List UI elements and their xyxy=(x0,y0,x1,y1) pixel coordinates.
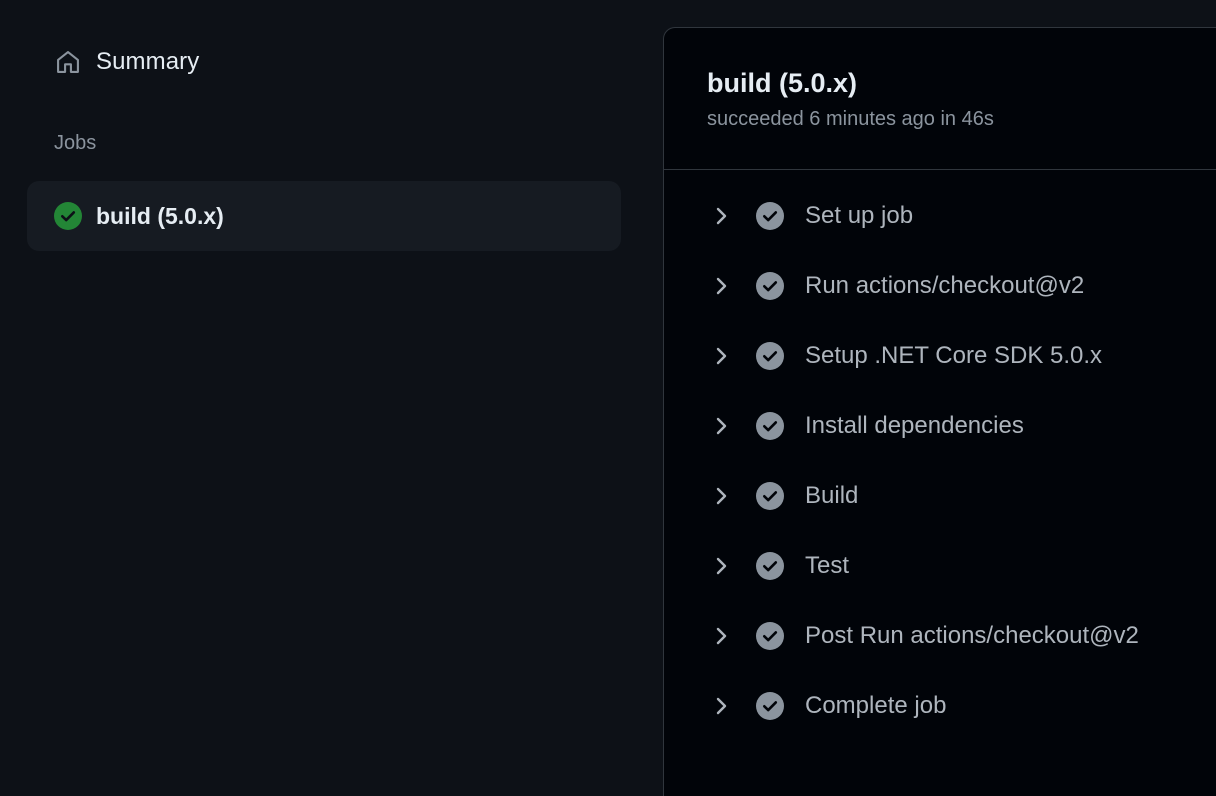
step-row-test[interactable]: Test xyxy=(664,531,1216,601)
step-label: Complete job xyxy=(805,692,947,719)
jobs-heading: Jobs xyxy=(54,132,97,154)
check-circle-icon xyxy=(756,622,784,650)
summary-link[interactable]: Summary xyxy=(54,44,199,80)
chevron-right-icon[interactable] xyxy=(712,414,732,438)
check-circle-icon xyxy=(756,552,784,580)
check-circle-icon xyxy=(756,342,784,370)
summary-label: Summary xyxy=(96,48,200,75)
steps-list: Set up job Run actions/checkout@v2 Setup… xyxy=(664,181,1216,741)
sidebar: Summary Jobs build (5.0.x) xyxy=(0,0,640,796)
step-row-build[interactable]: Build xyxy=(664,461,1216,531)
step-label: Build xyxy=(805,482,859,509)
check-circle-icon xyxy=(756,272,784,300)
home-icon xyxy=(54,48,82,76)
step-row-setup-dotnet[interactable]: Setup .NET Core SDK 5.0.x xyxy=(664,321,1216,391)
chevron-right-icon[interactable] xyxy=(712,694,732,718)
chevron-right-icon[interactable] xyxy=(712,554,732,578)
chevron-right-icon[interactable] xyxy=(712,624,732,648)
step-label: Install dependencies xyxy=(805,412,1024,439)
chevron-right-icon[interactable] xyxy=(712,484,732,508)
job-title: build (5.0.x) xyxy=(707,68,858,98)
job-status-text: succeeded 6 minutes ago in 46s xyxy=(707,108,994,130)
workflow-run-page: Summary Jobs build (5.0.x) build (5.0.x)… xyxy=(0,0,1216,796)
check-circle-icon xyxy=(756,692,784,720)
check-circle-fill-icon xyxy=(54,202,82,230)
step-label: Test xyxy=(805,552,850,579)
step-row-run-checkout[interactable]: Run actions/checkout@v2 xyxy=(664,251,1216,321)
chevron-right-icon[interactable] xyxy=(712,274,732,298)
step-row-complete-job[interactable]: Complete job xyxy=(664,671,1216,741)
check-circle-icon xyxy=(756,202,784,230)
check-circle-icon xyxy=(756,482,784,510)
step-label: Run actions/checkout@v2 xyxy=(805,272,1085,299)
step-label: Setup .NET Core SDK 5.0.x xyxy=(805,342,1103,369)
step-row-post-checkout[interactable]: Post Run actions/checkout@v2 xyxy=(664,601,1216,671)
job-header: build (5.0.x) succeeded 6 minutes ago in… xyxy=(664,28,1216,170)
step-row-set-up-job[interactable]: Set up job xyxy=(664,181,1216,251)
check-circle-icon xyxy=(756,412,784,440)
step-row-install-dependencies[interactable]: Install dependencies xyxy=(664,391,1216,461)
job-item-label: build (5.0.x) xyxy=(96,202,224,229)
chevron-right-icon[interactable] xyxy=(712,344,732,368)
step-label: Post Run actions/checkout@v2 xyxy=(805,622,1139,649)
chevron-right-icon[interactable] xyxy=(712,204,732,228)
job-item-build[interactable]: build (5.0.x) xyxy=(27,181,621,251)
job-details-panel: build (5.0.x) succeeded 6 minutes ago in… xyxy=(663,27,1216,796)
step-label: Set up job xyxy=(805,202,914,229)
